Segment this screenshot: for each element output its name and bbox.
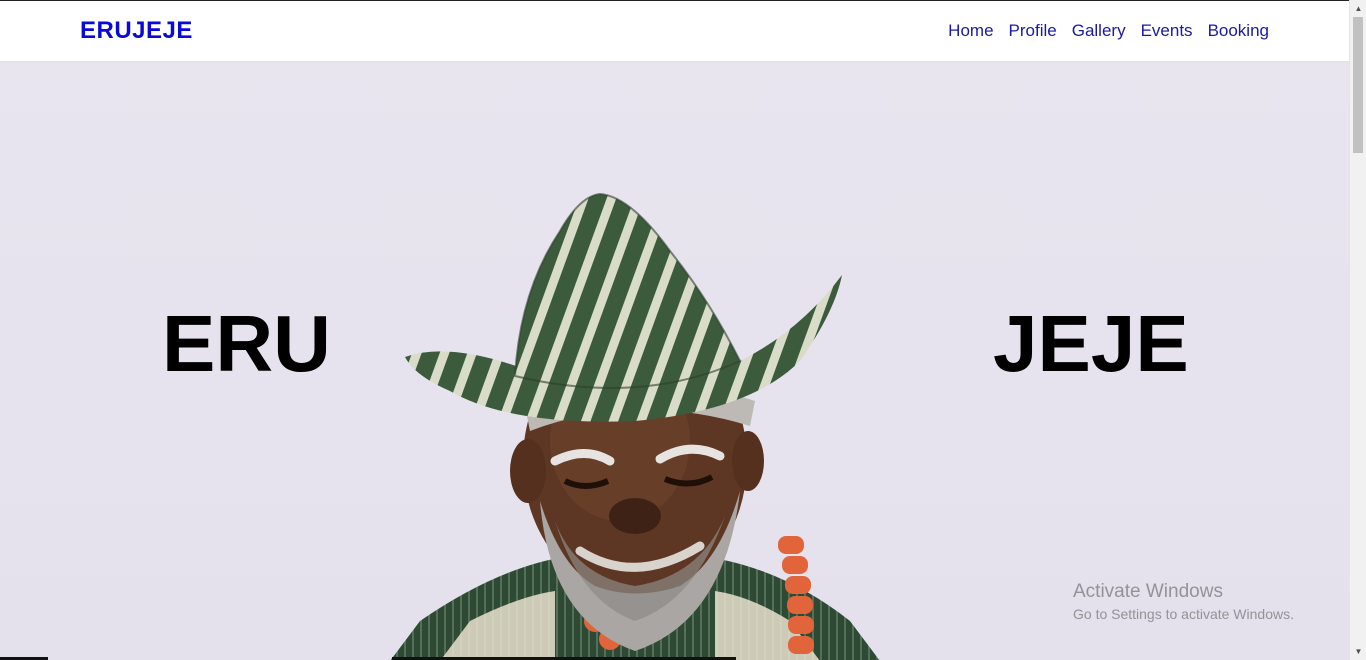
chevron-up-icon[interactable]: ▲ — [1350, 0, 1366, 17]
vertical-scrollbar[interactable]: ▲ ▼ — [1349, 0, 1366, 660]
watermark-title: Activate Windows — [1073, 581, 1223, 602]
nav-links: Home Profile Gallery Events Booking — [948, 21, 1269, 41]
navbar: ERUJEJE Home Profile Gallery Events Book… — [0, 1, 1349, 61]
nav-link-events[interactable]: Events — [1141, 21, 1193, 41]
nav-link-home[interactable]: Home — [948, 21, 993, 41]
nav-link-gallery[interactable]: Gallery — [1072, 21, 1126, 41]
chevron-down-icon[interactable]: ▼ — [1350, 643, 1366, 660]
browser-viewport: ERUJEJE Home Profile Gallery Events Book… — [0, 0, 1349, 660]
page: ERUJEJE Home Profile Gallery Events Book… — [0, 0, 1366, 660]
nav-link-profile[interactable]: Profile — [1009, 21, 1057, 41]
watermark-subtitle: Go to Settings to activate Windows. — [1073, 606, 1294, 622]
activate-windows-watermark: Activate Windows Go to Settings to activ… — [1073, 581, 1294, 624]
scrollbar-thumb[interactable] — [1353, 17, 1363, 153]
hero-title-right: JEJE — [993, 299, 1189, 388]
hero-section: ERU JEJE — [0, 61, 1349, 660]
hero-title-left: ERU — [162, 299, 331, 388]
nav-link-booking[interactable]: Booking — [1208, 21, 1269, 41]
brand-logo-link[interactable]: ERUJEJE — [80, 17, 193, 45]
hero-portrait-image — [390, 192, 880, 660]
